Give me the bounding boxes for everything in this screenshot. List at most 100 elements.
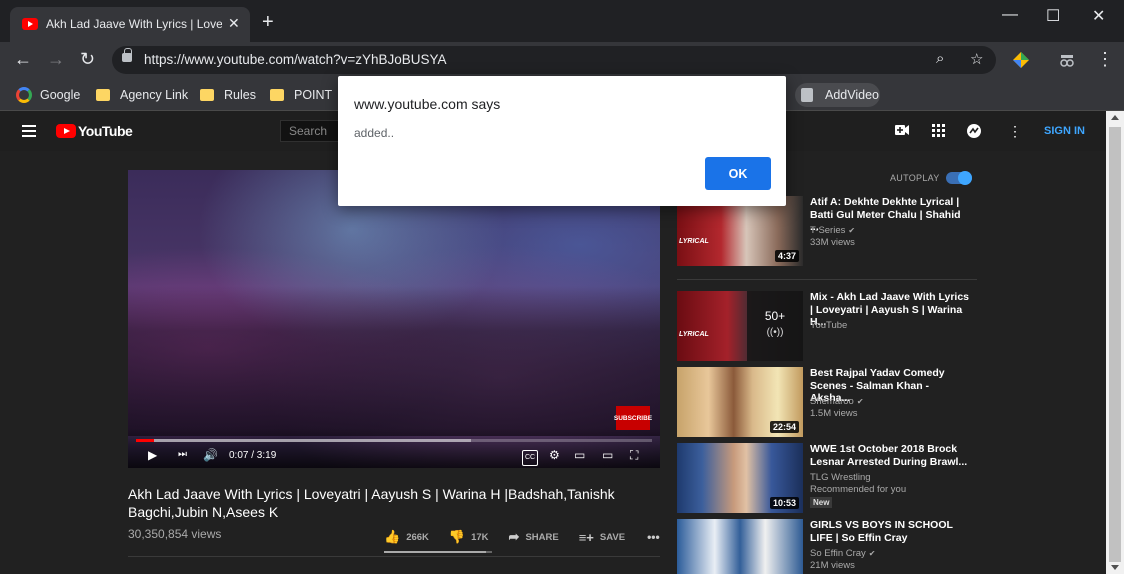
video-thumbnail[interactable]: LYRICAL 50+ ((•)) (677, 291, 803, 361)
bookmark-addvideo[interactable]: AddVideo (801, 85, 879, 105)
share-button[interactable]: ➦ SHARE (509, 529, 559, 545)
ok-button[interactable]: OK (705, 157, 771, 190)
related-video-item[interactable]: 22:54 Best Rajpal Yadav Comedy Scenes - … (677, 367, 977, 437)
theater-mode-button[interactable]: ▭ (602, 448, 613, 462)
video-views: 21M views (810, 560, 855, 571)
tab-close-icon[interactable]: ✕ (228, 15, 240, 32)
save-label: SAVE (599, 531, 626, 543)
bookmark-point[interactable]: POINT (270, 85, 332, 105)
messages-icon[interactable] (966, 123, 982, 139)
related-video-item[interactable]: LYRICAL 4:37 Atif A: Dekhte Dekhte Lyric… (677, 196, 977, 266)
miniplayer-button[interactable]: ▭ (574, 448, 585, 462)
video-thumbnail[interactable]: LYRICAL 4:37 (677, 196, 803, 266)
thumbs-down-icon: 👎 (448, 529, 466, 544)
fullscreen-button[interactable]: ⛶ (630, 448, 638, 462)
reload-button[interactable]: ↻ (80, 49, 95, 69)
minimize-button[interactable]: — (1002, 6, 1018, 24)
channel-label: TLG Wrestling (810, 472, 871, 483)
save-button[interactable]: ≡+ SAVE (579, 530, 625, 545)
scroll-thumb[interactable] (1109, 127, 1121, 562)
info-divider (128, 556, 660, 557)
video-thumbnail[interactable]: 22:54 (677, 367, 803, 437)
video-thumbnail[interactable]: 10:53 (677, 443, 803, 513)
browser-menu-icon[interactable]: ⋮ (1096, 49, 1114, 69)
extension-icon[interactable] (1012, 51, 1030, 69)
thumbs-up-icon: 👍 (384, 529, 401, 544)
channel-name[interactable]: So Effin Cray ✔ (810, 548, 876, 559)
video-views: 1.5M views (810, 408, 858, 419)
address-bar[interactable]: https://www.youtube.com/watch?v=zYhBJoBU… (112, 46, 996, 74)
like-count: 266K (406, 531, 429, 543)
youtube-logo-text[interactable]: YouTube (78, 123, 133, 139)
mix-radio-icon: ((•)) (766, 327, 784, 338)
channel-name[interactable]: TLG Wrestling (810, 472, 871, 483)
related-video-item[interactable]: GIRLS VS BOYS IN SCHOOL LIFE | So Effin … (677, 519, 977, 574)
subscribe-watermark[interactable]: SUBSCRIBE (614, 406, 652, 430)
dislike-button[interactable]: 👎 17K (449, 529, 489, 545)
video-thumbnail[interactable] (677, 519, 803, 574)
folder-icon (270, 89, 284, 101)
verified-check-icon: ✔ (848, 226, 856, 235)
more-dots-icon: ••• (647, 530, 660, 544)
maximize-button[interactable]: ☐ (1046, 6, 1060, 26)
more-actions-button[interactable]: ••• (647, 530, 660, 544)
forward-button[interactable]: → (47, 49, 65, 69)
video-title: Akh Lad Jaave With Lyrics | Loveyatri | … (128, 486, 615, 520)
video-player[interactable]: SUBSCRIBE ▶ ⏭ 🔊 0:07 / 3:19 CC ⚙ ▭ ▭ ⛶ (128, 170, 660, 468)
scroll-down-arrow-icon[interactable] (1111, 565, 1119, 570)
channel-name[interactable]: Shemaroo ✔ (810, 396, 864, 407)
sign-in-button[interactable]: SIGN IN (1044, 125, 1085, 137)
create-video-icon[interactable] (894, 123, 910, 137)
lock-icon (122, 48, 132, 62)
duration-badge: 10:53 (769, 497, 799, 509)
bookmark-label: POINT (294, 88, 333, 102)
video-item-title[interactable]: GIRLS VS BOYS IN SCHOOL LIFE | So Effin … (810, 519, 970, 544)
related-video-item[interactable]: LYRICAL 50+ ((•)) Mix - Akh Lad Jaave Wi… (677, 291, 977, 361)
settings-gear-icon[interactable]: ⚙ (549, 448, 560, 462)
related-video-item[interactable]: 10:53 WWE 1st October 2018 Brock Lesnar … (677, 443, 977, 513)
video-views: 33M views (810, 237, 855, 248)
autoplay-toggle[interactable] (946, 171, 972, 185)
back-button[interactable]: ← (14, 49, 32, 69)
channel-name[interactable]: T-Series ✔ (810, 225, 855, 236)
tab-title: Akh Lad Jaave With Lyrics | Loveyatri (46, 17, 222, 31)
captions-button[interactable]: CC (522, 450, 539, 466)
incognito-extension-icon[interactable] (1058, 51, 1076, 69)
play-button[interactable]: ▶ (148, 448, 157, 462)
channel-label: Shemaroo (810, 396, 854, 407)
thumbnail-art-label: LYRICAL (679, 238, 709, 245)
next-button[interactable]: ⏭ (178, 448, 187, 462)
dislike-count: 17K (471, 531, 489, 543)
hamburger-menu-icon[interactable] (22, 125, 36, 137)
progress-buffered (136, 439, 472, 442)
youtube-logo-icon[interactable] (56, 124, 76, 138)
bookmark-label: AddVideo (825, 88, 879, 102)
new-tab-button[interactable]: + (262, 12, 274, 32)
url-text[interactable]: https://www.youtube.com/watch?v=zYhBJoBU… (144, 52, 447, 67)
bookmark-rules[interactable]: Rules (200, 85, 256, 105)
progress-played (136, 439, 155, 442)
progress-bar[interactable] (136, 439, 652, 442)
scroll-up-arrow-icon[interactable] (1111, 115, 1119, 120)
folder-icon (200, 89, 214, 101)
video-actions: 👍 266K 👎 17K ➦ SHARE ≡+ SAVE ••• (384, 529, 680, 545)
new-badge: New (810, 497, 833, 508)
search-placeholder: Search (289, 124, 328, 138)
video-item-title[interactable]: WWE 1st October 2018 Brock Lesnar Arrest… (810, 443, 970, 468)
toggle-knob (958, 171, 972, 185)
like-button[interactable]: 👍 266K (384, 529, 429, 545)
close-window-button[interactable]: ✕ (1092, 6, 1105, 26)
bookmark-agency-link[interactable]: Agency Link (96, 85, 188, 105)
bookmark-google[interactable]: Google (16, 85, 80, 105)
mix-count: 50+ (764, 309, 786, 323)
playlist-add-icon: ≡+ (578, 529, 594, 545)
browser-tab[interactable]: Akh Lad Jaave With Lyrics | Loveyatri ✕ (10, 7, 250, 42)
bookmark-star-icon[interactable]: ☆ (970, 50, 983, 68)
more-options-icon[interactable]: ⋮ (1008, 123, 1022, 139)
page-scrollbar[interactable] (1106, 111, 1124, 574)
video-views: Recommended for you (810, 484, 907, 495)
channel-name[interactable]: YouTube (810, 320, 847, 331)
apps-grid-icon[interactable] (932, 124, 945, 137)
volume-button[interactable]: 🔊 (203, 448, 218, 462)
zoom-icon[interactable]: ⌕ (936, 50, 944, 67)
